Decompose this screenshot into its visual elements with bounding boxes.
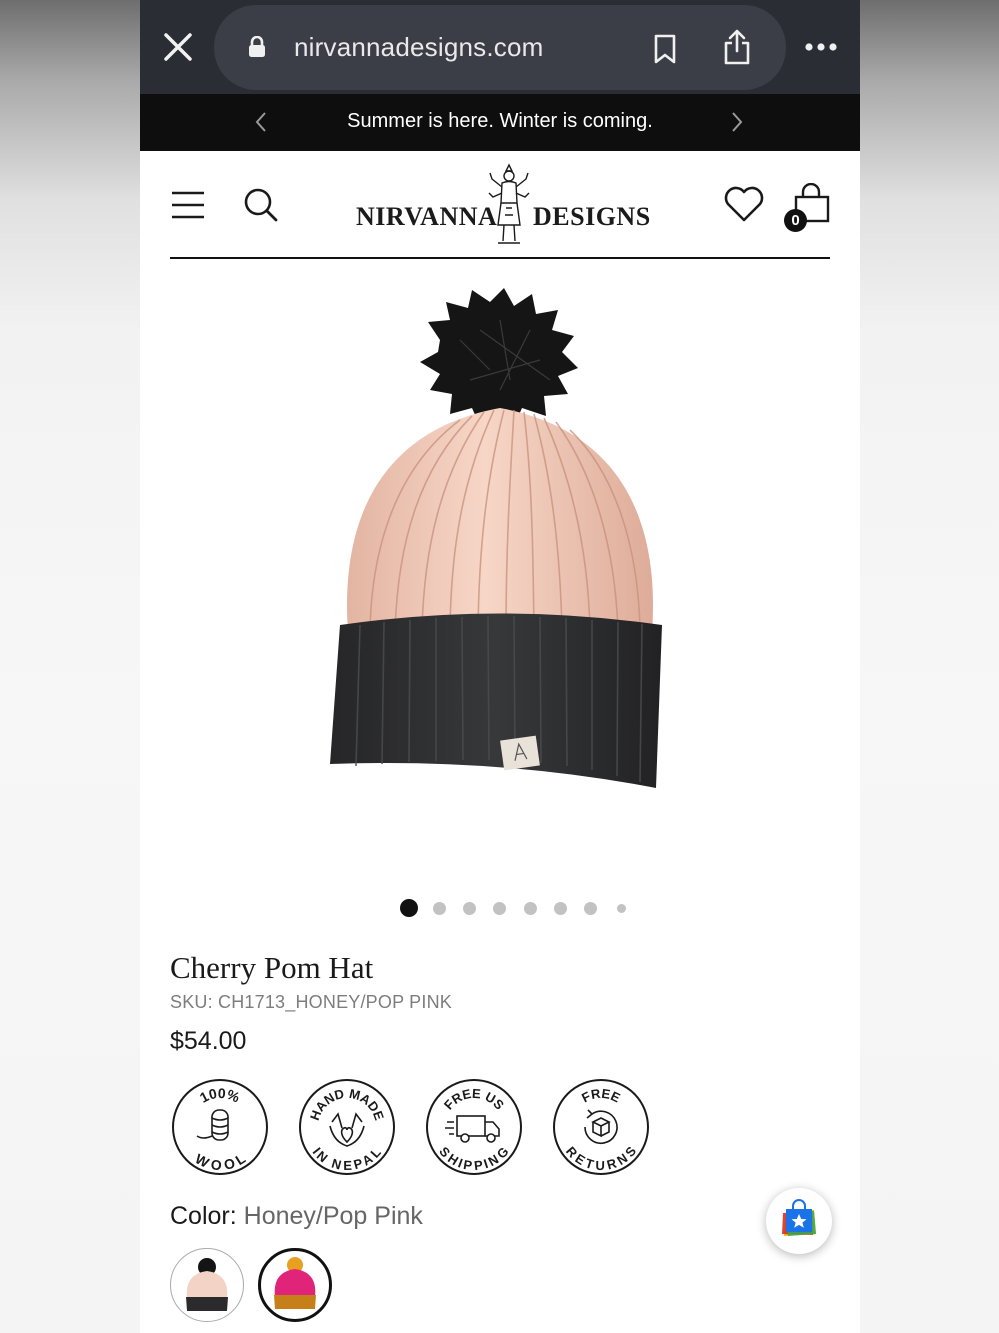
color-swatch-honey[interactable] <box>170 1248 244 1322</box>
hat-crown <box>347 408 653 632</box>
cart-button[interactable]: 0 <box>784 182 836 235</box>
wool-badge-icon: 100% WOOL <box>172 1079 268 1175</box>
product-price: $54.00 <box>170 1027 247 1055</box>
product-image[interactable] <box>300 280 700 800</box>
close-button[interactable] <box>158 27 198 67</box>
brand-tag <box>500 735 540 771</box>
chevron-right-icon[interactable] <box>730 111 744 133</box>
carousel-dot[interactable] <box>616 903 626 913</box>
search-icon[interactable] <box>243 187 279 223</box>
announcement-text: Summer is here. Winter is coming. <box>347 110 653 132</box>
site-logo[interactable]: NIRVANNA DESIGNS <box>356 163 650 249</box>
shopping-assistant-button[interactable] <box>766 1188 832 1254</box>
color-label: Color: Honey/Pop Pink <box>170 1202 423 1230</box>
more-icon[interactable] <box>804 34 838 60</box>
carousel-dot[interactable] <box>463 901 477 915</box>
hamburger-menu-icon[interactable] <box>171 190 205 220</box>
lock-icon <box>249 36 265 57</box>
free-returns-badge-icon: FREE RETURNS <box>553 1079 649 1175</box>
logo-word-right: DESIGNS <box>533 202 651 231</box>
carousel-dot[interactable] <box>584 901 598 915</box>
pom-pom <box>420 288 578 426</box>
site-header: NIRVANNA DESIGNS 0 <box>140 151 860 261</box>
shopping-bag-star-icon <box>782 1199 816 1236</box>
carousel-dot[interactable] <box>523 901 537 915</box>
bookmark-icon[interactable] <box>652 33 678 65</box>
color-swatch-pop-pink[interactable] <box>258 1248 332 1322</box>
product-title: Cherry Pom Hat <box>170 950 374 985</box>
hat-cuff <box>330 613 662 788</box>
handmade-badge-icon: HAND MADE IN NEPAL <box>299 1079 395 1175</box>
carousel-dot[interactable] <box>432 901 446 915</box>
free-shipping-badge-icon: FREE US SHIPPING <box>426 1079 522 1175</box>
close-icon <box>164 33 192 61</box>
announcement-bar: Summer is here. Winter is coming. <box>140 94 860 151</box>
selected-color-value: Honey/Pop Pink <box>243 1202 423 1230</box>
pop-pink-hat-thumbnail <box>274 1257 316 1309</box>
header-divider <box>170 257 830 259</box>
carousel-dot[interactable] <box>493 901 507 915</box>
url-text: nirvannadesigns.com <box>294 32 544 62</box>
product-sku: SKU: CH1713_HONEY/POP PINK <box>170 992 452 1012</box>
carousel-dot[interactable] <box>400 899 418 917</box>
logo-word-left: NIRVANNA <box>356 202 498 231</box>
cart-count-badge: 0 <box>784 209 807 232</box>
share-icon[interactable] <box>722 29 752 65</box>
deity-figure-icon <box>488 163 530 244</box>
honey-hat-thumbnail <box>186 1258 228 1311</box>
browser-bar: nirvannadesigns.com <box>140 0 860 94</box>
carousel-dot[interactable] <box>554 901 567 915</box>
carousel-dots <box>400 898 630 918</box>
address-bar[interactable]: nirvannadesigns.com <box>214 5 786 90</box>
heart-icon[interactable] <box>723 185 765 223</box>
phone-screen: nirvannadesigns.com Summer is here. Wint… <box>140 0 860 1333</box>
